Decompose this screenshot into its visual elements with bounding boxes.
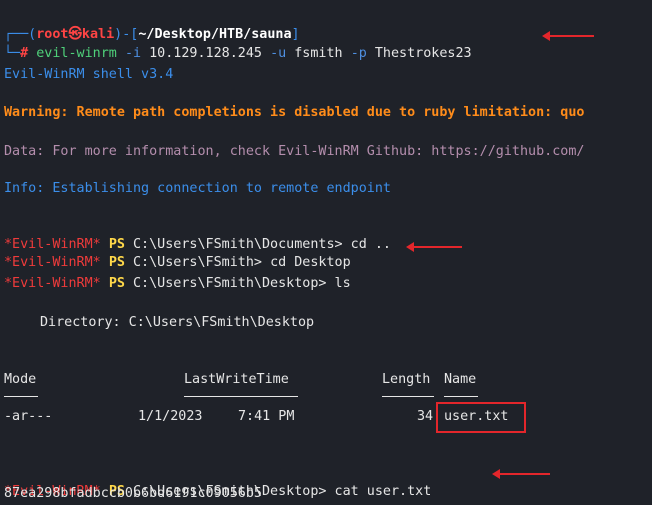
column-header-lastwritetime: LastWriteTime: [184, 372, 289, 387]
shell-version-line: Evil-WinRM shell v3.4: [4, 67, 174, 82]
ps-command-line-4[interactable]: *Evil-WinRM* PS C:\Users\FSmith\Desktop>…: [4, 465, 431, 499]
row-date: 1/1/2023: [138, 409, 203, 424]
column-header-mode: Mode: [4, 372, 37, 387]
annotation-arrow-1: [542, 31, 594, 41]
ps-cmd: cd ..: [350, 237, 391, 252]
row-length: 34: [417, 409, 434, 424]
ip-arg: 10.129.128.245: [149, 46, 262, 61]
ps-cmd: ls: [334, 276, 351, 291]
underline-name: [444, 396, 478, 397]
column-header-length: Length: [382, 372, 431, 387]
ps-command-line-2[interactable]: *Evil-WinRM* PS C:\Users\FSmith> cd Desk…: [4, 236, 351, 270]
flag-output: 87ea298bfadbccb0b6bd6191c09056b5: [4, 486, 262, 501]
directory-header: Directory: C:\Users\FSmith\Desktop: [40, 315, 315, 330]
ps-command-line-3[interactable]: *Evil-WinRM* PS C:\Users\FSmith\Desktop>…: [4, 257, 351, 291]
ps-label: PS: [108, 276, 125, 291]
command-line-evilwinrm[interactable]: └─# evil-winrm -i 10.129.128.245 -u fsmi…: [4, 27, 472, 61]
data-line: Data: For more information, check Evil-W…: [4, 144, 585, 159]
underline-mode: [4, 396, 38, 397]
underline-lastwritetime: [184, 396, 298, 397]
flag-p: -p: [350, 46, 367, 61]
prompt-corner-bottom: └─: [4, 46, 21, 61]
underline-length: [382, 396, 434, 397]
password-arg: Thestrokes23: [374, 46, 472, 61]
row-time: 7:41 PM: [238, 409, 295, 424]
command-name: evil-winrm: [36, 46, 117, 61]
user-arg: fsmith: [294, 46, 343, 61]
evil-prompt-label: *Evil-WinRM*: [4, 276, 101, 291]
annotation-arrow-2: [406, 242, 462, 252]
info-line: Info: Establishing connection to remote …: [4, 181, 391, 196]
column-header-name: Name: [444, 372, 477, 387]
annotation-arrow-3: [492, 469, 550, 479]
ps-cmd: cat user.txt: [334, 484, 432, 499]
annotation-box-user-txt: [436, 402, 526, 433]
row-mode: -ar---: [4, 409, 53, 424]
ps-path: C:\Users\FSmith\Desktop>: [133, 276, 327, 291]
warning-line: Warning: Remote path completions is disa…: [4, 105, 585, 120]
prompt-hash: #: [20, 46, 29, 61]
prompt-header-line: ┌──(root㉿kali)-[~/Desktop/HTB/sauna]: [4, 8, 300, 42]
ps-command-line-1[interactable]: *Evil-WinRM* PS C:\Users\FSmith\Document…: [4, 218, 391, 252]
flag-u: -u: [270, 46, 287, 61]
flag-i: -i: [124, 46, 142, 61]
